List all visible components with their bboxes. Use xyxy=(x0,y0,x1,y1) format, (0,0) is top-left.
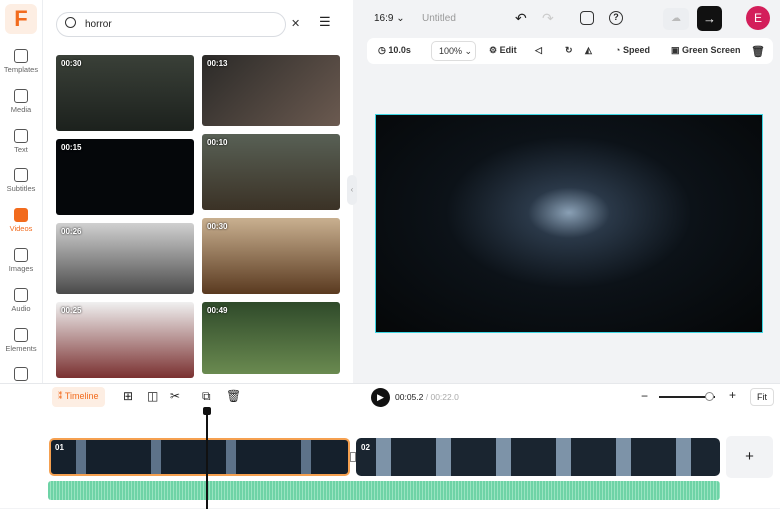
sidebar-item-templates[interactable]: Templates xyxy=(0,49,42,74)
project-title[interactable]: Untitled xyxy=(422,13,456,24)
search-icon xyxy=(65,17,76,28)
top-bar: 16:9 ⌄ Untitled ↶ ↷ ? ☁ → E xyxy=(353,0,780,36)
sidebar-item-audio[interactable]: Audio xyxy=(0,287,42,313)
export-button[interactable]: → xyxy=(697,6,722,31)
video-thumbnail[interactable]: 00:49 xyxy=(202,302,340,374)
delete-icon[interactable]: 🗑 xyxy=(751,45,765,58)
sidebar-item-label: Subtitles xyxy=(6,184,36,194)
sidebar-item-text[interactable]: Text xyxy=(0,128,42,154)
sidebar-item-elements[interactable]: Elements xyxy=(0,327,42,353)
video-clip[interactable]: 02 xyxy=(356,438,720,476)
search-input[interactable]: horror xyxy=(56,12,286,37)
timeline: ⁑ Timeline ⊞ ◫ ✂ ⧉ 🗑 ▶ 00:05.2 / 00:22.0… xyxy=(0,383,780,509)
playhead[interactable] xyxy=(206,412,208,509)
sidebar-item-subtitles[interactable]: Subtitles xyxy=(0,168,42,193)
filter-icon[interactable]: ☰ xyxy=(319,14,331,30)
video-duration: 00:25 xyxy=(61,306,82,315)
video-duration: 00:10 xyxy=(207,138,228,147)
images-icon xyxy=(14,248,28,262)
rotate-icon[interactable]: ↻ xyxy=(565,45,573,56)
scissors-icon[interactable]: ✂ xyxy=(170,389,180,403)
zoom-slider-handle[interactable] xyxy=(705,392,714,401)
sidebar: F Templates Media Text Subtitles Videos Image… xyxy=(0,0,43,432)
flip-icon[interactable]: ◭ xyxy=(585,45,592,56)
video-duration: 00:13 xyxy=(207,59,228,68)
subtitles-icon xyxy=(14,168,28,183)
videos-icon xyxy=(14,208,28,223)
green-screen-button[interactable]: ▣ Green Screen xyxy=(671,45,741,56)
preview-icon[interactable] xyxy=(580,11,594,25)
templates-icon xyxy=(14,49,28,63)
edit-button[interactable]: ⚙ Edit xyxy=(489,45,517,56)
collapse-panel-handle[interactable]: ‹ xyxy=(347,175,357,205)
media-icon xyxy=(14,88,28,103)
cloud-save-icon[interactable]: ☁ xyxy=(663,8,689,30)
effects-icon xyxy=(14,367,28,382)
sidebar-item-label: Audio xyxy=(11,303,31,313)
videos-panel: horror ✕ ☰ ‹ 00:30 00:13 00:15 00:10 00:26 00… xyxy=(43,0,357,383)
video-thumbnail[interactable]: 00:13 xyxy=(202,55,340,126)
sidebar-item-images[interactable]: Images xyxy=(0,248,42,273)
sidebar-item-label: Videos xyxy=(9,224,33,234)
volume-icon[interactable]: ◁ xyxy=(535,45,542,56)
video-thumbnail[interactable]: 00:10 xyxy=(202,134,340,210)
time-display: 00:05.2 / 00:22.0 xyxy=(395,392,459,402)
split-icon[interactable]: ◫ xyxy=(147,389,158,403)
zoom-in-icon[interactable]: + xyxy=(729,388,736,402)
sidebar-item-label: Elements xyxy=(5,343,37,353)
delete-clip-icon[interactable]: 🗑 xyxy=(226,389,241,403)
app-logo: F xyxy=(5,4,37,34)
speed-button[interactable]: ◔ Speed xyxy=(615,45,650,55)
video-thumbnail[interactable]: 00:30 xyxy=(56,55,194,131)
video-duration: 00:49 xyxy=(207,306,228,315)
video-duration: 00:30 xyxy=(207,222,228,231)
sidebar-item-label: Images xyxy=(8,264,34,273)
video-thumbnail[interactable]: 00:15 xyxy=(56,139,194,215)
video-duration: 00:26 xyxy=(61,227,82,236)
redo-icon[interactable]: ↷ xyxy=(542,10,554,27)
sidebar-item-videos[interactable]: Videos xyxy=(0,208,42,233)
video-clip[interactable]: 01 xyxy=(49,438,350,476)
audio-track[interactable] xyxy=(48,481,720,500)
duplicate-icon[interactable]: ⧉ xyxy=(202,389,211,404)
audio-icon xyxy=(14,287,28,302)
video-thumbnail[interactable]: 00:30 xyxy=(202,218,340,294)
timeline-toggle[interactable]: ⁑ Timeline xyxy=(52,387,105,407)
aspect-ratio-select[interactable]: 16:9 ⌄ xyxy=(374,13,405,24)
video-preview[interactable] xyxy=(375,114,763,333)
zoom-select[interactable]: 100% ⌄ xyxy=(431,41,476,61)
video-thumbnail[interactable]: 00:26 xyxy=(56,223,194,294)
sidebar-item-media[interactable]: Media xyxy=(0,88,42,114)
fit-button[interactable]: Fit xyxy=(750,388,774,406)
add-track-icon[interactable]: ⊞ xyxy=(123,389,133,403)
avatar[interactable]: E xyxy=(746,6,770,30)
zoom-out-icon[interactable]: − xyxy=(641,389,648,403)
add-clip-button[interactable]: + xyxy=(726,436,773,478)
sidebar-item-label: Templates xyxy=(3,65,39,74)
play-button[interactable]: ▶ xyxy=(371,388,390,407)
video-duration: 00:15 xyxy=(61,143,82,152)
clip-toolbar: ◷ 10.0s 100% ⌄ ⚙ Edit ◁ ↻ ◭ ◔ Speed ▣ Gr… xyxy=(367,38,773,64)
undo-icon[interactable]: ↶ xyxy=(515,10,527,27)
text-icon xyxy=(14,128,28,143)
sidebar-item-label: Text xyxy=(14,144,28,154)
help-icon[interactable]: ? xyxy=(609,11,623,25)
video-duration: 00:30 xyxy=(61,59,82,68)
duration-button[interactable]: ◷ 10.0s xyxy=(378,45,411,56)
video-thumbnail[interactable]: 00:25 xyxy=(56,302,194,378)
elements-icon xyxy=(14,327,28,342)
sidebar-item-label: Media xyxy=(10,104,32,114)
clear-search-icon[interactable]: ✕ xyxy=(291,17,300,30)
